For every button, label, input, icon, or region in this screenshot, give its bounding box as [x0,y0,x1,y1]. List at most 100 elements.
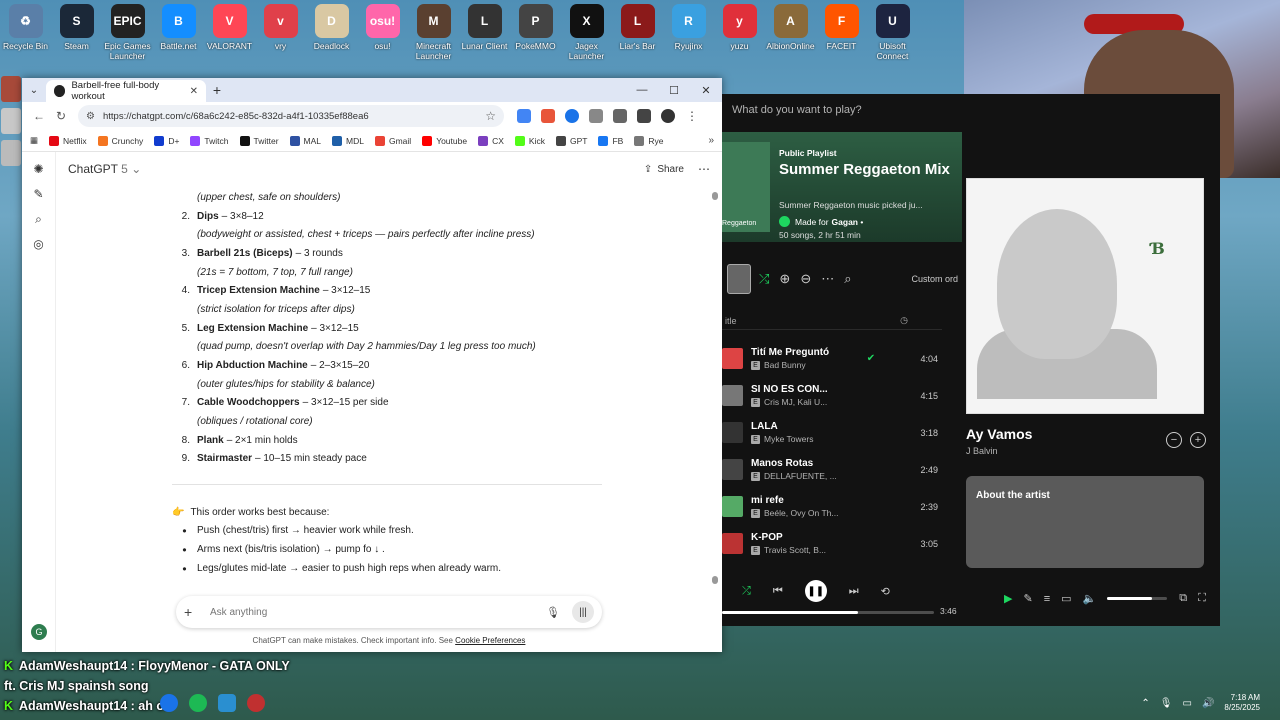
bookmark-netflix[interactable]: Netflix [49,135,87,146]
artist-name[interactable]: DELLAFUENTE, ... [764,471,837,481]
desktop-icon[interactable]: ♻ Recycle Bin [0,0,51,68]
track-row[interactable]: Tití Me Preguntó E Bad Bunny ✔ 4:04 [722,340,948,377]
track-title[interactable]: SI NO ES CON... [751,384,859,395]
desktop-icon[interactable]: F FACEIT [816,0,867,68]
desktop-icon[interactable]: P PokeMMO [510,0,561,68]
browser-menu-icon[interactable]: ⋮ [685,109,699,123]
more-icon[interactable]: ⋯ [821,271,834,287]
prompt-input[interactable] [210,606,547,618]
bookmark-gpt[interactable]: GPT [555,135,587,146]
bookmark-cx[interactable]: CX [478,135,504,146]
bookmark-crunchy[interactable]: Crunchy [97,135,143,146]
scroll-down-icon[interactable] [712,576,718,584]
app-taskbar-icon[interactable] [218,694,236,712]
bookmarks-overflow-icon[interactable]: » [708,135,714,146]
track-title[interactable]: Manos Rotas [751,458,859,469]
desktop-partial-icon[interactable] [1,140,21,166]
user-avatar[interactable]: G [31,624,47,640]
bookmark-gmail[interactable]: Gmail [374,135,411,146]
pause-icon[interactable]: ❚❚ [804,580,827,602]
translate-extension-icon[interactable] [517,109,531,123]
tab-close-icon[interactable]: ✕ [190,86,198,97]
desktop-icon[interactable]: X Jagex Launcher [561,0,612,68]
track-row[interactable]: Manos Rotas E DELLAFUENTE, ... 2:49 [722,451,948,488]
back-icon[interactable]: ← [28,109,50,123]
artist-name[interactable]: Cris MJ, Kali U... [764,397,827,407]
sidebar-icon[interactable] [637,109,651,123]
desktop-partial-icon[interactable] [1,108,21,134]
more-options-icon[interactable]: ⋯ [698,162,710,176]
desktop-icon[interactable]: R Ryujinx [663,0,714,68]
shuffle-toggle-icon[interactable]: ⤮ [742,585,751,598]
previous-icon[interactable]: ⏮ [773,585,783,598]
desktop-icon[interactable]: B Battle.net [153,0,204,68]
track-row[interactable]: SI NO ES CON... E Cris MJ, Kali U... 4:15 [722,377,948,414]
now-playing-view-icon[interactable]: ▶ [1004,592,1012,605]
lyrics-icon[interactable]: ✎ [1023,592,1032,605]
track-title[interactable]: mi refe [751,495,859,506]
url-field[interactable]: ⚙ https://chatgpt.com/c/68a6c242-e85c-83… [78,105,504,127]
openai-logo-icon[interactable]: ✺ [31,161,47,177]
desktop-icon[interactable]: EPIC Epic Games Launcher [102,0,153,68]
apps-grid-icon[interactable]: ▦ [30,135,38,146]
clock[interactable]: 7:18 AM 8/25/2025 [1224,693,1260,713]
new-tab-icon[interactable]: + [206,82,228,98]
tab-search-icon[interactable]: ⌄ [22,85,46,96]
fullscreen-icon[interactable]: ⛶ [1198,592,1206,605]
volume-icon[interactable]: 🔈 [1083,592,1097,605]
owner-name[interactable]: Gagan [832,217,858,227]
desktop-icon[interactable]: S Steam [51,0,102,68]
library-icon[interactable]: ◎ [31,236,47,252]
bookmark-youtube[interactable]: Youtube [422,135,467,146]
desktop-icon[interactable]: V VALORANT [204,0,255,68]
extensions-puzzle-icon[interactable] [613,109,627,123]
about-artist-card[interactable]: About the artist [966,476,1204,568]
site-info-icon[interactable]: ⚙ [86,111,95,122]
remove-icon[interactable]: − [1166,432,1182,448]
track-title[interactable]: Tití Me Preguntó [751,347,859,358]
bookmark-mdl[interactable]: MDL [332,135,364,146]
volume-slider[interactable] [1107,597,1168,600]
bookmark-star-icon[interactable]: ☆ [485,109,496,123]
model-selector[interactable]: ChatGPT 5 ⌄ [68,162,141,176]
cookie-preferences-link[interactable]: Cookie Preferences [455,636,525,645]
tray-chevron-icon[interactable]: ⌃ [1141,698,1149,709]
desktop-icon[interactable]: U Ubisoft Connect [867,0,918,68]
bookmark-kick[interactable]: Kick [514,135,545,146]
chrome-taskbar-icon[interactable] [160,694,178,712]
desktop-icon[interactable]: v vry [255,0,306,68]
now-playing-artist[interactable]: J Balvin [966,446,998,456]
search-chats-icon[interactable]: ⌕ [31,211,47,227]
track-title[interactable]: LALA [751,421,859,432]
repeat-icon[interactable]: ⟲ [881,585,890,598]
dictate-mic-icon[interactable]: 🎙 [546,606,560,619]
shuffle-icon[interactable]: ⤮ [759,271,769,287]
tab-active[interactable]: Barbell-free full-body workout ✕ [46,80,206,102]
minimize-icon[interactable]: — [626,78,658,102]
add-to-library-icon[interactable]: + [1190,432,1206,448]
volume-tray-icon[interactable]: 🔊 [1202,698,1214,709]
new-chat-icon[interactable]: ✎ [31,186,47,202]
desktop-icon[interactable]: D Deadlock [306,0,357,68]
share-button[interactable]: ⇪ Share [644,164,684,175]
maximize-icon[interactable]: ☐ [658,78,690,102]
desktop-partial-icon[interactable] [1,76,21,102]
playlist-thumbnail[interactable] [727,264,751,294]
search-in-playlist-icon[interactable]: ⌕ [844,271,851,287]
saved-check-icon[interactable]: ✔ [859,353,883,364]
miniplayer-icon[interactable]: ⧉ [1179,592,1187,605]
obs-taskbar-icon[interactable] [247,694,265,712]
artist-name[interactable]: Bad Bunny [764,360,806,370]
artist-name[interactable]: Myke Towers [764,434,813,444]
close-window-icon[interactable]: ✕ [690,78,722,102]
desktop-icon[interactable]: y yuzu [714,0,765,68]
desktop-icon[interactable]: M Minecraft Launcher [408,0,459,68]
bookmark-twitch[interactable]: Twitch [190,135,229,146]
connect-device-icon[interactable]: ▭ [1061,592,1071,605]
track-title[interactable]: K-POP [751,532,859,543]
bookmark-twitter[interactable]: Twitter [239,135,279,146]
desktop-icon[interactable]: A AlbionOnline [765,0,816,68]
artist-name[interactable]: Travis Scott, B... [764,545,826,555]
extension-icon[interactable] [565,109,579,123]
extension-icon[interactable] [541,109,555,123]
